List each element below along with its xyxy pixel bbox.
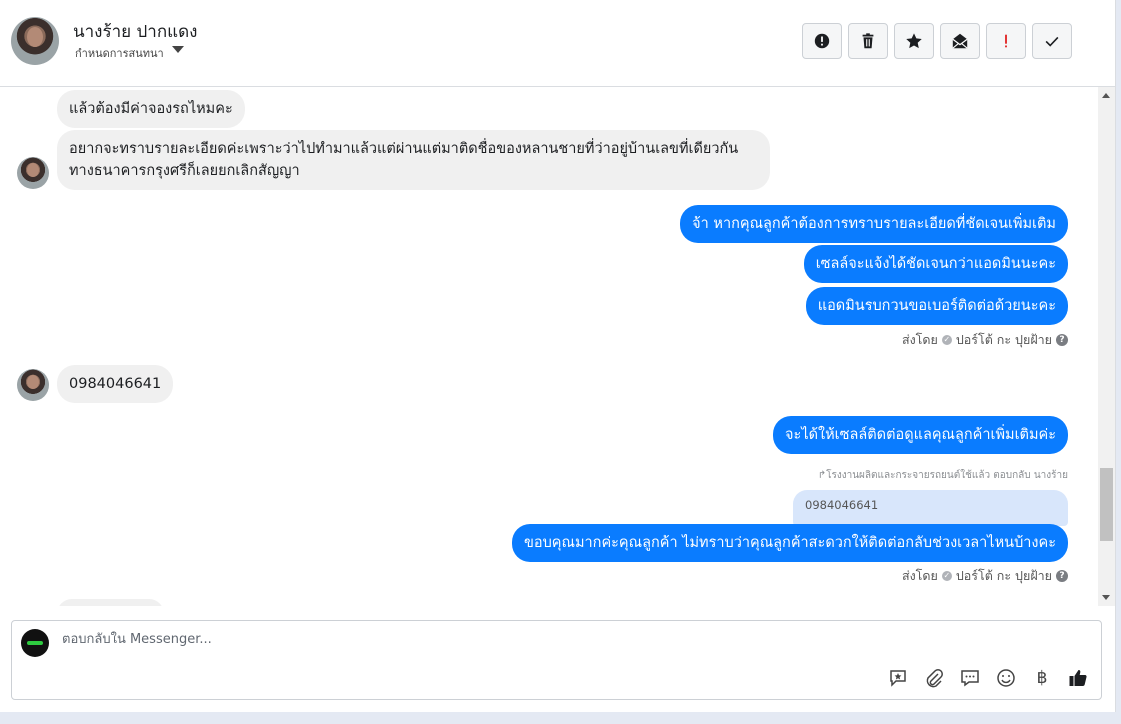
- trash-icon: [862, 33, 874, 49]
- message-scrollbar[interactable]: [1098, 87, 1115, 606]
- alert-circle-icon: [814, 33, 830, 49]
- report-button[interactable]: [802, 23, 842, 59]
- outgoing-message: ขอบคุณมากค่ะคุณลูกค้า ไม่ทราบว่าคุณลูกค้…: [511, 524, 1068, 562]
- reply-composer: ฿: [11, 620, 1102, 700]
- sent-by-label: ส่งโดย: [901, 332, 938, 347]
- outgoing-message: จ้า หากคุณลูกค้าต้องการทราบรายละเอียดที่…: [680, 205, 1068, 243]
- scroll-thumb[interactable]: [1100, 468, 1113, 541]
- attachment-icon: [926, 669, 943, 688]
- message-list[interactable]: แล้วต้องมีค่าจองรถไหมคะ อยากจะทราบรายละเ…: [0, 87, 1098, 606]
- mark-important-button[interactable]: [986, 23, 1026, 59]
- contact-name[interactable]: นางร้าย ปากแดง: [73, 18, 197, 45]
- delete-button[interactable]: [848, 23, 888, 59]
- contact-avatar[interactable]: [11, 17, 59, 65]
- contact-avatar-small: [17, 369, 49, 401]
- thumbs-up-icon: [1069, 670, 1087, 686]
- chat-bubble-icon: [961, 670, 979, 687]
- baht-icon[interactable]: ฿: [1031, 667, 1053, 689]
- reply-input[interactable]: [60, 631, 864, 648]
- page-avatar: [21, 629, 49, 657]
- check-icon: [1045, 36, 1059, 47]
- conversation-header: นางร้าย ปากแดง กำหนดการสนทนา: [0, 0, 1115, 87]
- mark-done-button[interactable]: [1032, 23, 1072, 59]
- sent-by-line: ส่งโดย ✓ ปอร์โต้ กะ ปุยฝ้าย ?: [902, 566, 1068, 586]
- outgoing-message: เซลล์จะแจ้งได้ชัดเจนกว่าแอดมินนะคะ: [803, 245, 1068, 283]
- incoming-message: 0984046641: [57, 365, 174, 403]
- incoming-message: อยากจะทราบรายละเอียดค่ะเพราะว่าไปทำมาแล้…: [57, 130, 770, 190]
- verified-icon: ✓: [941, 571, 952, 581]
- sent-by-name: ปอร์โต้ กะ ปุยฝ้าย: [955, 332, 1052, 347]
- quoted-message[interactable]: 0984046641: [793, 490, 1068, 526]
- chat-button[interactable]: [959, 667, 981, 689]
- emoji-icon: [997, 669, 1015, 687]
- reply-note: ↱โรงงานผลิตและกระจายรถยนต์ใช้แล้ว ตอบกลั…: [817, 470, 1068, 481]
- chevron-down-icon[interactable]: [172, 46, 184, 53]
- conversation-label[interactable]: กำหนดการสนทนา: [75, 44, 164, 62]
- saved-reply-icon: [890, 670, 906, 687]
- like-button[interactable]: [1067, 667, 1089, 689]
- scroll-up-icon[interactable]: [1102, 93, 1110, 98]
- saved-reply-button[interactable]: [887, 667, 909, 689]
- help-icon[interactable]: ?: [1056, 334, 1068, 346]
- mark-unread-button[interactable]: [940, 23, 980, 59]
- sent-by-name: ปอร์โต้ กะ ปุยฝ้าย: [955, 568, 1052, 583]
- contact-avatar-small: [17, 157, 49, 189]
- conversation-panel: นางร้าย ปากแดง กำหนดการสนทนา แล้วต้องมีค…: [0, 0, 1116, 712]
- envelope-icon: [952, 33, 968, 49]
- help-icon[interactable]: ?: [1056, 570, 1068, 582]
- verified-icon: ✓: [941, 335, 952, 345]
- attach-button[interactable]: [923, 667, 945, 689]
- incoming-message-partial: [57, 599, 164, 606]
- important-icon: [1005, 34, 1007, 48]
- composer-tools: ฿: [887, 667, 1089, 689]
- scroll-down-icon[interactable]: [1102, 595, 1110, 600]
- star-button[interactable]: [894, 23, 934, 59]
- sent-by-line: ส่งโดย ✓ ปอร์โต้ กะ ปุยฝ้าย ?: [902, 330, 1068, 350]
- reply-arrow-icon: ↱: [817, 470, 827, 481]
- outgoing-message: จะได้ให้เซลล์ติดต่อดูแลคุณลูกค้าเพิ่มเติ…: [773, 416, 1068, 454]
- emoji-button[interactable]: [995, 667, 1017, 689]
- star-icon: [906, 33, 922, 49]
- incoming-message: แล้วต้องมีค่าจองรถไหมคะ: [57, 90, 245, 128]
- header-actions: [802, 23, 1072, 61]
- outgoing-message: แอดมินรบกวนขอเบอร์ติดต่อด้วยนะคะ: [805, 287, 1068, 325]
- sent-by-label: ส่งโดย: [901, 568, 938, 583]
